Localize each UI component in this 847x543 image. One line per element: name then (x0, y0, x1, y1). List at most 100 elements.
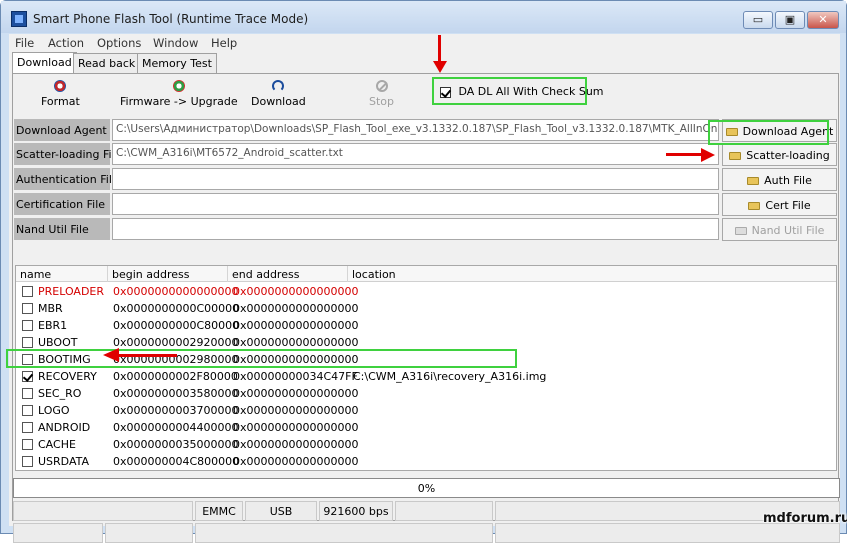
checkbox-checked-icon[interactable] (22, 371, 33, 382)
folder-icon (734, 227, 747, 235)
checkbox-icon[interactable] (22, 422, 33, 433)
tab-download[interactable]: Download (12, 52, 77, 74)
checkbox-icon[interactable] (22, 405, 33, 416)
nand-label: Nand Util File (14, 218, 110, 240)
status-cell-empty (395, 501, 493, 521)
cell-name: PRELOADER (38, 285, 105, 298)
auth-file-button[interactable]: Auth File (722, 168, 837, 191)
checksum-highlight: DA DL All With Check Sum (432, 77, 604, 105)
cell-begin: 0x0000000002920000 (113, 336, 239, 349)
cell-begin: 0x0000000000C00000 (113, 302, 240, 315)
download-button[interactable]: Download (251, 80, 306, 120)
cell-begin: 0x000000004C800000 (113, 455, 240, 468)
minimize-button[interactable]: ▭ (743, 11, 773, 29)
status-storage: EMMC (195, 501, 243, 521)
cell-end: 0x0000000000000000 (233, 319, 359, 332)
list-item[interactable]: CACHE 0x0000000035000000 0x000000000000000… (16, 436, 836, 453)
menu-help[interactable]: Help (211, 36, 237, 50)
status-baud: 921600 bps (319, 501, 393, 521)
format-icon (54, 80, 67, 92)
cell-name: USRDATA (38, 455, 90, 468)
list-item[interactable]: PRELOADER 0x0000000000000000 0x00000000000… (16, 283, 836, 300)
cell-end: 0x0000000000000000 (233, 336, 359, 349)
auth-field[interactable] (112, 168, 719, 190)
checkbox-icon[interactable] (22, 303, 33, 314)
list-item[interactable]: USRDATA 0x000000004C800000 0x0000000000000… (16, 453, 836, 470)
checkbox-icon[interactable] (22, 439, 33, 450)
cell-begin: 0x0000000002F80000 (113, 370, 238, 383)
cell-name: LOGO (38, 404, 70, 417)
cell-end: 0x00000000034C47FF (233, 370, 358, 383)
cert-file-button-label: Cert File (765, 199, 811, 212)
menu-file[interactable]: File (15, 36, 34, 50)
arrow-down-checksum (438, 35, 441, 63)
app-window: Smart Phone Flash Tool (Runtime Trace Mo… (0, 0, 847, 543)
checkbox-icon[interactable] (22, 456, 33, 467)
firmware-upgrade-label: Firmware -> Upgrade (120, 95, 238, 108)
menu-action[interactable]: Action (48, 36, 84, 50)
header-name[interactable]: name (16, 266, 108, 282)
cert-file-button[interactable]: Cert File (722, 193, 837, 216)
arrow-left-recovery (119, 354, 177, 357)
auth-file-button-label: Auth File (764, 174, 812, 187)
arrow-head-down-icon (433, 61, 447, 73)
list-header: name begin address end address location (16, 266, 836, 282)
status-cell-empty (195, 523, 493, 543)
stop-icon (375, 80, 388, 92)
nand-field[interactable] (112, 218, 719, 240)
firmware-upgrade-icon (172, 80, 185, 92)
app-icon (11, 11, 27, 27)
title-bar: Smart Phone Flash Tool (Runtime Trace Mo… (1, 1, 846, 33)
cell-end: 0x0000000000000000 (233, 285, 359, 298)
list-item[interactable]: LOGO 0x0000000003700000 0x0000000000000000 (16, 402, 836, 419)
close-button[interactable]: ✕ (807, 11, 839, 29)
list-item[interactable]: RECOVERY 0x0000000002F80000 0x00000000034C… (16, 368, 836, 385)
checkbox-icon[interactable] (22, 286, 33, 297)
cell-name: MBR (38, 302, 63, 315)
scatter-field[interactable]: C:\CWM_A316i\MT6572_Android_scatter.txt (112, 143, 719, 165)
status-port: USB (245, 501, 317, 521)
header-location[interactable]: location (348, 266, 836, 282)
checkbox-checked-icon (440, 86, 451, 98)
checkbox-icon[interactable] (22, 337, 33, 348)
cell-begin: 0x0000000003700000 (113, 404, 239, 417)
download-icon (272, 80, 285, 92)
arrow-head-right-icon (701, 148, 715, 162)
checkbox-icon[interactable] (22, 388, 33, 399)
menu-window[interactable]: Window (153, 36, 198, 50)
header-begin-address[interactable]: begin address (108, 266, 228, 282)
cell-end: 0x0000000000000000 (233, 421, 359, 434)
list-item[interactable]: SEC_RO 0x0000000003580000 0x00000000000000… (16, 385, 836, 402)
nand-util-button[interactable]: Nand Util File (722, 218, 837, 241)
scatter-loading-button[interactable]: Scatter-loading (722, 143, 837, 166)
cell-end: 0x0000000000000000 (233, 438, 359, 451)
cell-end: 0x0000000000000000 (233, 404, 359, 417)
header-end-address[interactable]: end address (228, 266, 348, 282)
status-cell-empty (13, 523, 103, 543)
firmware-upgrade-button[interactable]: Firmware -> Upgrade (120, 80, 238, 120)
tab-memory-test[interactable]: Memory Test (137, 53, 217, 73)
maximize-button[interactable]: ▣ (775, 11, 805, 29)
list-item[interactable]: ANDROID 0x0000000004400000 0x0000000000000… (16, 419, 836, 436)
cell-name: RECOVERY (38, 370, 97, 383)
folder-icon (747, 177, 760, 185)
cert-field[interactable] (112, 193, 719, 215)
list-item[interactable]: EBR1 0x0000000000C80000 0x0000000000000000 (16, 317, 836, 334)
format-button[interactable]: Format (41, 80, 80, 120)
recovery-row-highlight (6, 349, 517, 368)
scatter-loading-highlight (708, 120, 829, 145)
folder-icon (729, 152, 742, 160)
cell-end: 0x0000000000000000 (233, 302, 359, 315)
stop-label: Stop (369, 95, 395, 108)
download-agent-field[interactable]: C:\Users\Администратор\Downloads\SP_Flas… (112, 119, 719, 141)
menu-options[interactable]: Options (97, 36, 141, 50)
checkbox-icon[interactable] (22, 320, 33, 331)
menu-bar: File Action Options Window Help (9, 34, 840, 52)
tab-read-back[interactable]: Read back (73, 53, 141, 73)
checksum-checkbox[interactable]: DA DL All With Check Sum (440, 85, 604, 98)
list-item[interactable]: MBR 0x0000000000C00000 0x0000000000000000 (16, 300, 836, 317)
partition-list: name begin address end address location … (15, 265, 837, 471)
cell-begin: 0x0000000035000000 (113, 438, 239, 451)
stop-button[interactable]: Stop (369, 80, 394, 120)
cell-begin: 0x0000000000000000 (113, 285, 239, 298)
